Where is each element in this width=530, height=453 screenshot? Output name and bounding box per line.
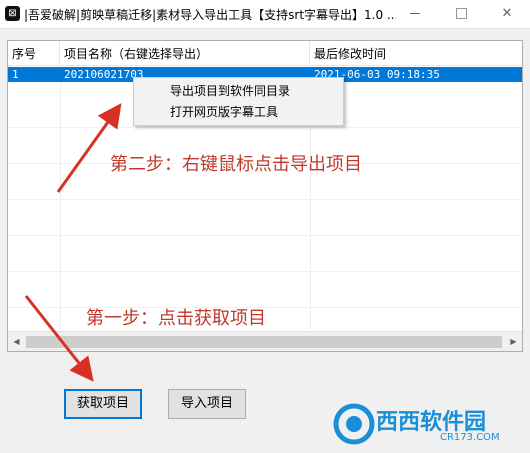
watermark-subtext: CR173.COM — [440, 432, 500, 443]
arrow-to-fetch-button — [24, 295, 94, 382]
fetch-projects-button[interactable]: 获取项目 — [64, 389, 142, 419]
watermark-logo-icon — [333, 403, 375, 445]
watermark: 西西软件园 CR173.COM — [332, 400, 528, 450]
annotation-step-one: 第一步：点击获取项目 — [86, 308, 266, 329]
import-project-button[interactable]: 导入项目 — [168, 389, 246, 419]
arrow-to-row — [56, 103, 122, 193]
annotation-arrows — [24, 103, 122, 382]
annotation-step-two: 第二步：右键鼠标点击导出项目 — [110, 154, 362, 175]
